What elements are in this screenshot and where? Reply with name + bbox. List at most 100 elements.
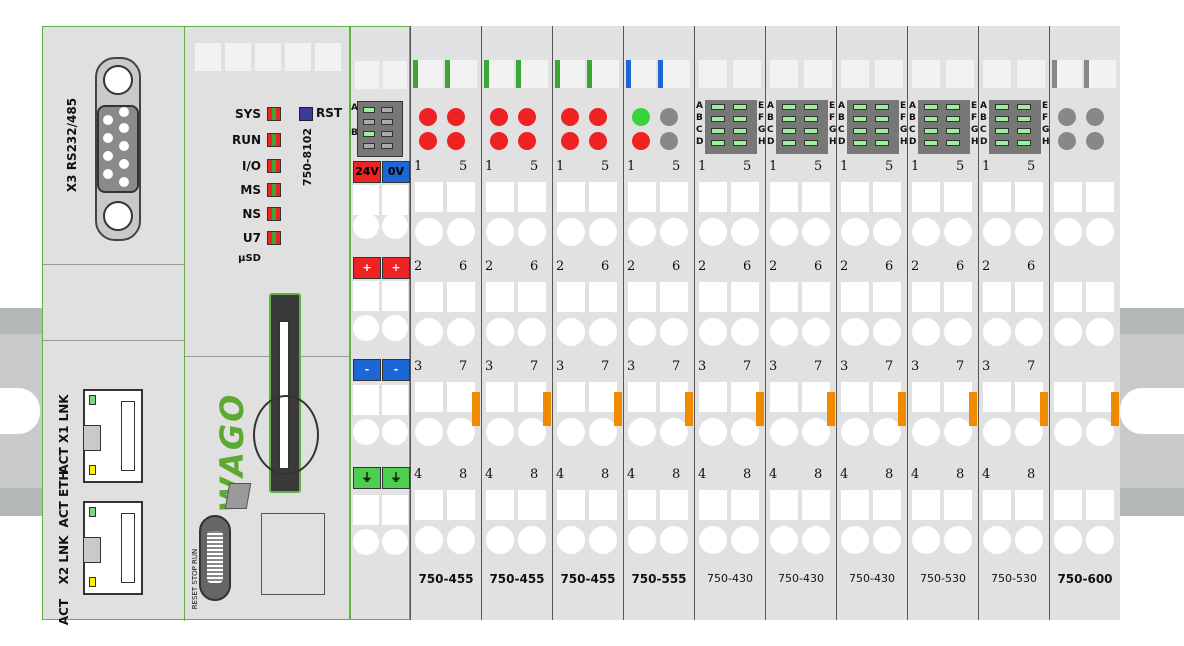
- terminal-clamp[interactable]: [699, 526, 727, 554]
- terminal-clamp[interactable]: [1054, 218, 1082, 246]
- terminal-clamp[interactable]: [944, 218, 972, 246]
- terminal-clamp[interactable]: [802, 418, 830, 446]
- terminal-clamp[interactable]: [628, 318, 656, 346]
- terminal-clamp[interactable]: [382, 315, 408, 341]
- mode-switch[interactable]: [199, 515, 231, 601]
- terminal-clamp[interactable]: [415, 526, 443, 554]
- terminal-clamp[interactable]: [873, 526, 901, 554]
- terminal-clamp[interactable]: [486, 318, 514, 346]
- terminal-clamp[interactable]: [912, 218, 940, 246]
- psm-plus-button[interactable]: +: [382, 257, 410, 279]
- terminal-clamp[interactable]: [1054, 418, 1082, 446]
- terminal-clamp[interactable]: [589, 218, 617, 246]
- terminal-clamp[interactable]: [557, 318, 585, 346]
- terminal-clamp[interactable]: [518, 418, 546, 446]
- terminal-clamp[interactable]: [415, 318, 443, 346]
- terminal-clamp[interactable]: [557, 218, 585, 246]
- terminal-clamp[interactable]: [802, 526, 830, 554]
- terminal-clamp[interactable]: [873, 318, 901, 346]
- terminal-clamp[interactable]: [1015, 526, 1043, 554]
- led-label-ns: NS: [242, 207, 261, 221]
- terminal-clamp[interactable]: [447, 526, 475, 554]
- terminal-clamp[interactable]: [660, 318, 688, 346]
- terminal-clamp[interactable]: [486, 218, 514, 246]
- psm-0v-button[interactable]: 0V: [382, 161, 410, 183]
- terminal-clamp[interactable]: [447, 318, 475, 346]
- terminal-clamp[interactable]: [1086, 318, 1114, 346]
- terminal-clamp[interactable]: [628, 418, 656, 446]
- terminal-clamp[interactable]: [628, 218, 656, 246]
- terminal-clamp[interactable]: [382, 419, 408, 445]
- terminal-clamp[interactable]: [557, 526, 585, 554]
- psm-ground-button[interactable]: ⏚: [353, 467, 381, 489]
- terminal-clamp[interactable]: [447, 218, 475, 246]
- ethernet-port-x2[interactable]: [83, 501, 143, 595]
- terminal-clamp[interactable]: [770, 318, 798, 346]
- terminal-clamp[interactable]: [486, 418, 514, 446]
- terminal-clamp[interactable]: [731, 318, 759, 346]
- terminal-clamp[interactable]: [353, 419, 379, 445]
- terminal-clamp[interactable]: [382, 529, 408, 555]
- terminal-clamp[interactable]: [382, 213, 408, 239]
- terminal-clamp[interactable]: [983, 318, 1011, 346]
- terminal-clamp[interactable]: [731, 526, 759, 554]
- terminal-clamp[interactable]: [1086, 526, 1114, 554]
- terminal-clamp[interactable]: [415, 218, 443, 246]
- terminal-clamp[interactable]: [944, 318, 972, 346]
- terminal-clamp[interactable]: [486, 526, 514, 554]
- psm-minus-button[interactable]: -: [382, 359, 410, 381]
- terminal-clamp[interactable]: [447, 418, 475, 446]
- terminal-clamp[interactable]: [660, 526, 688, 554]
- terminal-clamp[interactable]: [628, 526, 656, 554]
- terminal-clamp[interactable]: [518, 526, 546, 554]
- psm-ground-button[interactable]: ⏚: [382, 467, 410, 489]
- terminal-clamp[interactable]: [589, 318, 617, 346]
- terminal-clamp[interactable]: [1015, 218, 1043, 246]
- terminal-clamp[interactable]: [841, 526, 869, 554]
- terminal-clamp[interactable]: [1015, 318, 1043, 346]
- terminal-clamp[interactable]: [557, 418, 585, 446]
- terminal-clamp[interactable]: [802, 318, 830, 346]
- terminal-clamp[interactable]: [660, 418, 688, 446]
- terminal-clamp[interactable]: [912, 318, 940, 346]
- terminal-clamp[interactable]: [873, 218, 901, 246]
- terminal-clamp[interactable]: [983, 218, 1011, 246]
- terminal-clamp[interactable]: [660, 218, 688, 246]
- terminal-clamp[interactable]: [873, 418, 901, 446]
- terminal-clamp[interactable]: [1015, 418, 1043, 446]
- terminal-clamp[interactable]: [1054, 318, 1082, 346]
- ethernet-port-x1[interactable]: [83, 389, 143, 483]
- terminal-clamp[interactable]: [589, 526, 617, 554]
- psm-plus-button[interactable]: +: [353, 257, 381, 279]
- terminal-clamp[interactable]: [731, 218, 759, 246]
- terminal-clamp[interactable]: [802, 218, 830, 246]
- terminal-clamp[interactable]: [770, 218, 798, 246]
- terminal-clamp[interactable]: [983, 418, 1011, 446]
- terminal-clamp[interactable]: [518, 318, 546, 346]
- terminal-clamp[interactable]: [353, 529, 379, 555]
- terminal-clamp[interactable]: [983, 526, 1011, 554]
- terminal-clamp[interactable]: [1086, 418, 1114, 446]
- terminal-clamp[interactable]: [518, 218, 546, 246]
- terminal-clamp[interactable]: [912, 418, 940, 446]
- psm-24v-button[interactable]: 24V: [353, 161, 381, 183]
- terminal-clamp[interactable]: [589, 418, 617, 446]
- terminal-clamp[interactable]: [731, 418, 759, 446]
- terminal-clamp[interactable]: [770, 418, 798, 446]
- terminal-clamp[interactable]: [1054, 526, 1082, 554]
- psm-minus-button[interactable]: -: [353, 359, 381, 381]
- terminal-clamp[interactable]: [353, 315, 379, 341]
- terminal-clamp[interactable]: [944, 418, 972, 446]
- terminal-clamp[interactable]: [841, 318, 869, 346]
- terminal-clamp[interactable]: [353, 213, 379, 239]
- terminal-clamp[interactable]: [912, 526, 940, 554]
- terminal-clamp[interactable]: [841, 218, 869, 246]
- terminal-clamp[interactable]: [415, 418, 443, 446]
- terminal-clamp[interactable]: [699, 418, 727, 446]
- terminal-clamp[interactable]: [944, 526, 972, 554]
- terminal-clamp[interactable]: [699, 318, 727, 346]
- terminal-clamp[interactable]: [1086, 218, 1114, 246]
- terminal-clamp[interactable]: [841, 418, 869, 446]
- terminal-clamp[interactable]: [699, 218, 727, 246]
- terminal-clamp[interactable]: [770, 526, 798, 554]
